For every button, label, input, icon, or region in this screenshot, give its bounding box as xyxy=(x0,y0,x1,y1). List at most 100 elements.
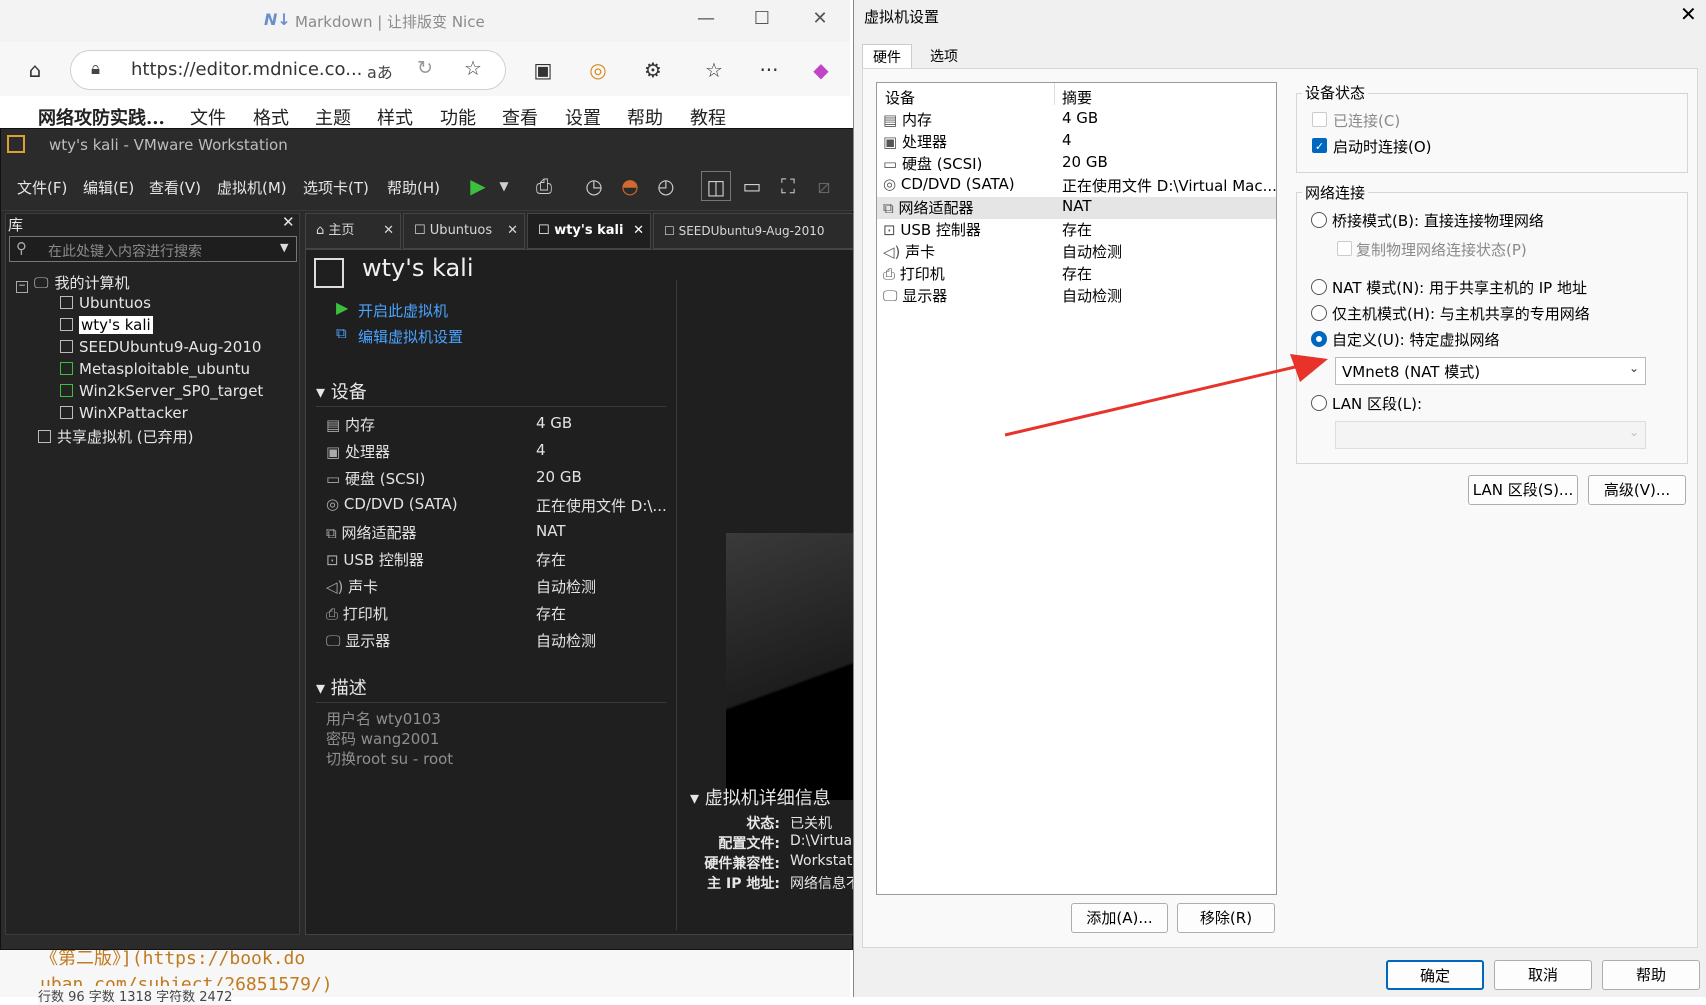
send-keys-icon[interactable]: ⎙ xyxy=(529,171,559,201)
device-network[interactable]: ⧉ 网络适配器 xyxy=(326,522,417,543)
tree-vm-item-selected[interactable]: wty's kali xyxy=(60,316,153,334)
device-sound[interactable]: ◁) 声卡 xyxy=(326,576,378,597)
list-item-memory[interactable]: ▤ 内存 xyxy=(883,109,932,130)
show-library-icon[interactable]: ◫ xyxy=(701,171,731,201)
remove-button[interactable]: 移除(R) xyxy=(1177,903,1275,933)
tab-seedubuntu[interactable]: ☐ SEEDUbuntu9-Aug-2010 xyxy=(653,213,854,249)
list-item-harddisk[interactable]: ▭ 硬盘 (SCSI) xyxy=(883,153,982,174)
vm-screen-preview[interactable] xyxy=(726,533,866,800)
unity-icon[interactable]: ⧄ xyxy=(809,171,839,201)
minimize-icon[interactable]: — xyxy=(690,8,722,34)
edit-vm-settings-link[interactable]: 编辑虚拟机设置 xyxy=(358,326,463,347)
device-processor[interactable]: ▣ 处理器 xyxy=(326,441,390,462)
custom-radio[interactable] xyxy=(1311,331,1327,347)
ok-button[interactable]: 确定 xyxy=(1386,960,1484,990)
chevron-down-icon[interactable]: ▼ xyxy=(489,171,519,201)
help-button[interactable]: 帮助 xyxy=(1602,960,1700,990)
collapse-icon[interactable]: − xyxy=(16,281,28,293)
thumbnail-bar-icon[interactable]: ▭ xyxy=(737,171,767,201)
advanced-button[interactable]: 高级(V)... xyxy=(1588,475,1686,505)
list-item-sound[interactable]: ◁) 声卡 xyxy=(883,241,935,262)
bridged-radio[interactable] xyxy=(1311,212,1327,228)
menu-view[interactable]: 查看 xyxy=(502,104,538,130)
list-item-processor[interactable]: ▣ 处理器 xyxy=(883,131,947,152)
menu-style[interactable]: 样式 xyxy=(377,104,413,130)
article-title[interactable]: 网络攻防实践... xyxy=(38,104,165,130)
tree-vm-item[interactable]: Ubuntuos xyxy=(60,294,151,312)
address-bar[interactable]: 🔒︎ https://editor.mdnice.co... aあ ↻ ☆ xyxy=(70,50,506,90)
details-section-header[interactable]: ▾ 虚拟机详细信息 xyxy=(690,784,831,810)
tab-home[interactable]: ⌂ 主页 ✕ xyxy=(305,213,401,249)
tab-wtys-kali[interactable]: ☐ wty's kali ✕ xyxy=(527,213,651,249)
cancel-button[interactable]: 取消 xyxy=(1494,960,1592,990)
extensions-icon[interactable]: ⚙ xyxy=(636,53,670,87)
device-cdrom[interactable]: ◎ CD/DVD (SATA) xyxy=(326,495,458,513)
extension-circle-icon[interactable]: ◎ xyxy=(581,53,615,87)
tree-my-computer[interactable]: − 🖵︎ 我的计算机 xyxy=(16,272,129,293)
menu-file[interactable]: 文件 xyxy=(190,104,226,130)
custom-network-select[interactable]: VMnet8 (NAT 模式) ⌄ xyxy=(1335,357,1646,385)
device-harddisk[interactable]: ▭ 硬盘 (SCSI) xyxy=(326,468,425,489)
revert-snapshot-icon[interactable]: ◓ xyxy=(615,171,645,201)
connect-on-start-checkbox[interactable]: ✓ xyxy=(1312,138,1327,153)
device-usb[interactable]: ⊡ USB 控制器 xyxy=(326,549,424,570)
vm-menu-vm[interactable]: 虚拟机(M) xyxy=(217,177,287,198)
library-search-input[interactable]: ⚲ 在此处键入内容进行搜索 ▼ xyxy=(9,236,297,262)
list-item-network-selected[interactable]: ⧉ 网络适配器 xyxy=(883,197,974,218)
menu-format[interactable]: 格式 xyxy=(253,104,289,130)
lan-segment-select[interactable]: ⌄ xyxy=(1335,421,1646,449)
list-item-usb[interactable]: ⊡ USB 控制器 xyxy=(883,219,981,240)
description-section-header[interactable]: ▾ 描述 xyxy=(316,674,367,700)
vm-menu-file[interactable]: 文件(F) xyxy=(17,177,67,198)
library-close-icon[interactable]: ✕ xyxy=(282,213,295,231)
full-screen-icon[interactable]: ⛶ xyxy=(773,171,803,201)
tab-options[interactable]: 选项 xyxy=(920,44,968,68)
power-on-vm-link[interactable]: 开启此虚拟机 xyxy=(358,300,448,321)
replicate-state-checkbox[interactable] xyxy=(1337,241,1352,256)
menu-theme[interactable]: 主题 xyxy=(315,104,351,130)
close-icon[interactable]: ✕ xyxy=(507,214,518,248)
copilot-icon[interactable]: ◆ xyxy=(804,53,838,87)
vm-menu-tabs[interactable]: 选项卡(T) xyxy=(303,177,369,198)
list-item-cdrom[interactable]: ◎ CD/DVD (SATA) xyxy=(883,175,1015,193)
tab-ubuntuos[interactable]: ☐ Ubuntuos ✕ xyxy=(403,213,525,249)
menu-tutorial[interactable]: 教程 xyxy=(690,104,726,130)
close-icon[interactable]: ✕ xyxy=(383,214,394,248)
menu-function[interactable]: 功能 xyxy=(440,104,476,130)
chevron-down-icon[interactable]: ▼ xyxy=(280,241,288,254)
close-icon[interactable]: ✕ xyxy=(804,8,836,34)
device-memory[interactable]: ▤ 内存 xyxy=(326,414,375,435)
tree-vm-item[interactable]: WinXPattacker xyxy=(60,404,188,422)
menu-help[interactable]: 帮助 xyxy=(627,104,663,130)
vm-menu-view[interactable]: 查看(V) xyxy=(149,177,201,198)
devices-section-header[interactable]: ▾ 设备 xyxy=(316,378,367,404)
collections-icon[interactable]: ▣ xyxy=(526,53,560,87)
tree-vm-item[interactable]: Win2kServer_SP0_target xyxy=(60,382,263,400)
snapshot-icon[interactable]: ◷ xyxy=(579,171,609,201)
close-icon[interactable]: ✕ xyxy=(1680,2,1697,26)
list-item-display[interactable]: 🖵︎ 显示器 xyxy=(883,285,947,306)
tree-vm-item[interactable]: SEEDUbuntu9-Aug-2010 xyxy=(60,338,261,356)
lan-segments-button[interactable]: LAN 区段(S)... xyxy=(1468,475,1578,505)
list-item-printer[interactable]: ⎙ 打印机 xyxy=(883,263,945,284)
connected-checkbox[interactable] xyxy=(1312,112,1327,127)
close-icon[interactable]: ✕ xyxy=(633,214,644,248)
favorites-icon[interactable]: ☆ xyxy=(697,53,731,87)
device-printer[interactable]: ⎙ 打印机 xyxy=(326,603,388,624)
maximize-icon[interactable]: ☐ xyxy=(746,8,778,34)
device-display[interactable]: 🖵︎ 显示器 xyxy=(326,630,390,651)
snapshot-manager-icon[interactable]: ◴ xyxy=(651,171,681,201)
host-only-radio[interactable] xyxy=(1311,305,1327,321)
add-button[interactable]: 添加(A)... xyxy=(1071,903,1168,933)
refresh-icon[interactable]: ↻ xyxy=(417,57,433,79)
favorite-star-icon[interactable]: ☆ xyxy=(464,56,482,80)
tab-hardware[interactable]: 硬件 xyxy=(862,44,912,68)
home-icon[interactable]: ⌂ xyxy=(18,53,52,87)
vm-menu-help[interactable]: 帮助(H) xyxy=(387,177,440,198)
more-icon[interactable]: ··· xyxy=(752,53,786,87)
tree-vm-item[interactable]: Metasploitable_ubuntu xyxy=(60,360,250,378)
read-aloud-icon[interactable]: aあ xyxy=(367,59,393,83)
nat-radio[interactable] xyxy=(1311,279,1327,295)
tree-shared-vms[interactable]: 共享虚拟机 (已弃用) xyxy=(38,426,193,447)
vm-menu-edit[interactable]: 编辑(E) xyxy=(83,177,134,198)
